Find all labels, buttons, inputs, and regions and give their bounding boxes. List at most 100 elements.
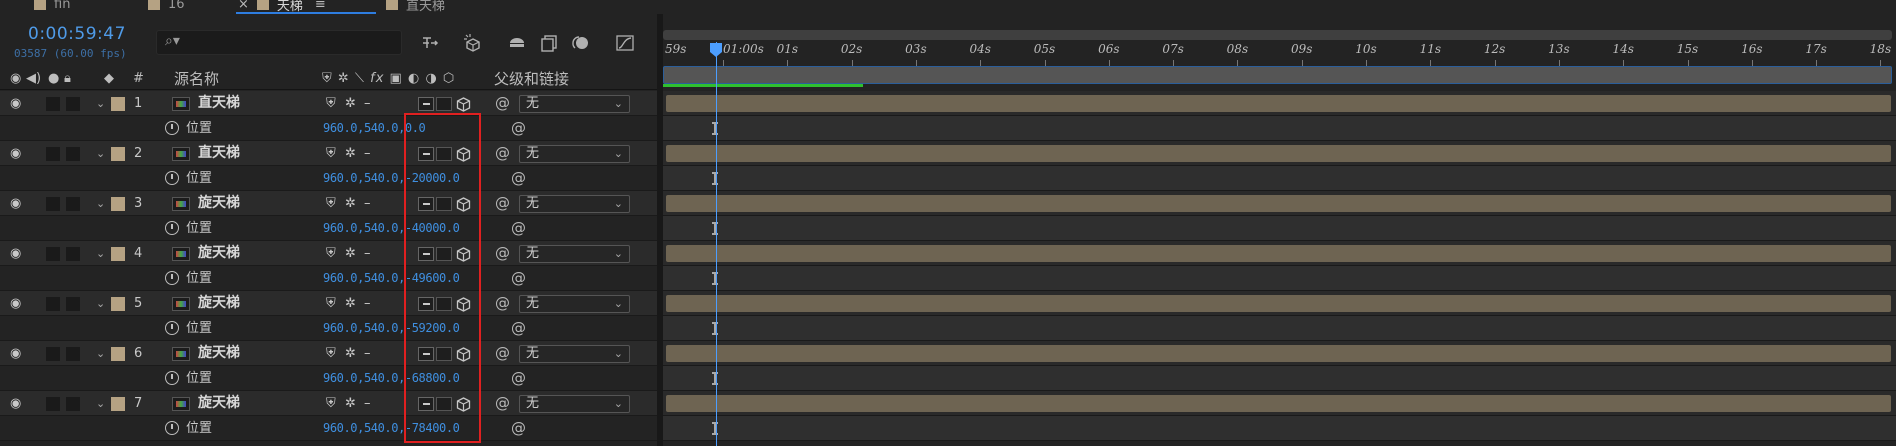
layer-duration-bar[interactable] bbox=[666, 195, 1891, 212]
position-xy-value[interactable]: 960.0,540.0, bbox=[323, 221, 405, 235]
position-xy-value[interactable]: 960.0,540.0, bbox=[323, 121, 405, 135]
stopwatch-icon[interactable] bbox=[165, 321, 179, 335]
position-value[interactable]: 960.0,540.0,-40000.0 bbox=[323, 216, 460, 241]
position-value[interactable]: 960.0,540.0,-59200.0 bbox=[323, 316, 460, 341]
shy-switch-icon[interactable]: ⛨ bbox=[326, 341, 336, 366]
position-z-value[interactable]: -49600.0 bbox=[405, 271, 460, 285]
current-time-indicator-handle[interactable] bbox=[709, 42, 723, 58]
pickwhip-icon[interactable]: @ bbox=[495, 291, 510, 316]
layer-duration-bar[interactable] bbox=[666, 395, 1891, 412]
quality-switch-icon[interactable]: – bbox=[364, 241, 371, 266]
time-ruler[interactable]: 59s 01:00s 01s 02s 03s 04s 05s 06s 07s 08s 09s 10s 1… bbox=[663, 40, 1896, 66]
shy-layers-icon[interactable] bbox=[506, 32, 528, 54]
motion-blur-switch[interactable] bbox=[418, 247, 434, 261]
shy-switch-icon[interactable]: ⛨ bbox=[326, 291, 336, 316]
pickwhip-icon[interactable]: @ bbox=[511, 266, 526, 291]
position-property-row[interactable]: 位置 960.0,540.0,-59200.0 @ bbox=[0, 316, 657, 341]
label-color-swatch[interactable] bbox=[111, 97, 125, 111]
quality-switch-icon[interactable]: – bbox=[364, 141, 371, 166]
parent-link-header[interactable]: 父级和链接 bbox=[494, 68, 569, 90]
source-name-header[interactable]: 源名称 bbox=[174, 68, 219, 90]
lock-header-icon[interactable]: 🔒︎ bbox=[64, 68, 71, 90]
position-value[interactable]: 960.0,540.0,-20000.0 bbox=[323, 166, 460, 191]
3d-layer-icon[interactable] bbox=[455, 396, 472, 413]
3d-layer-icon[interactable] bbox=[455, 96, 472, 113]
collapse-switch-icon[interactable]: ✲ bbox=[345, 141, 356, 166]
position-property-row[interactable]: 位置 960.0,540.0,-49600.0 @ bbox=[0, 266, 657, 291]
current-time-indicator-line[interactable] bbox=[716, 42, 717, 446]
shy-switch-icon[interactable]: ⛨ bbox=[326, 141, 336, 166]
chevron-down-icon[interactable]: ⌄ bbox=[96, 391, 105, 416]
close-icon[interactable]: × bbox=[238, 0, 249, 12]
pickwhip-icon[interactable]: @ bbox=[495, 91, 510, 116]
current-time-display[interactable]: 0:00:59:47 bbox=[28, 24, 126, 44]
eye-icon[interactable]: ◉ bbox=[10, 391, 21, 416]
collapse-switch-icon[interactable]: ✲ bbox=[345, 191, 356, 216]
audio-switch-header-icon[interactable]: ◀) bbox=[26, 68, 41, 90]
eye-icon[interactable]: ◉ bbox=[10, 191, 21, 216]
position-property-row[interactable]: 位置 960.0,540.0,-78400.0 @ bbox=[0, 416, 657, 441]
audio-switch[interactable] bbox=[46, 397, 60, 411]
parent-dropdown[interactable]: 无 ⌄ bbox=[519, 345, 630, 363]
motion-blur-switch[interactable] bbox=[418, 397, 434, 411]
solo-switch[interactable] bbox=[66, 147, 80, 161]
label-color-swatch[interactable] bbox=[111, 297, 125, 311]
position-value[interactable]: 960.0,540.0,-49600.0 bbox=[323, 266, 460, 291]
label-color-swatch[interactable] bbox=[111, 197, 125, 211]
position-z-value[interactable]: -68800.0 bbox=[405, 371, 460, 385]
pickwhip-icon[interactable]: @ bbox=[511, 416, 526, 441]
position-z-value[interactable]: -59200.0 bbox=[405, 321, 460, 335]
label-color-swatch[interactable] bbox=[111, 397, 125, 411]
layer-name[interactable]: 直天梯 bbox=[198, 91, 240, 116]
position-xy-value[interactable]: 960.0,540.0, bbox=[323, 321, 405, 335]
pickwhip-icon[interactable]: @ bbox=[495, 191, 510, 216]
collapse-switch-icon[interactable]: ✲ bbox=[345, 341, 356, 366]
pickwhip-icon[interactable]: @ bbox=[511, 316, 526, 341]
layer-name[interactable]: 旋天梯 bbox=[198, 241, 240, 266]
position-z-value[interactable]: 0.0 bbox=[405, 121, 426, 135]
stopwatch-icon[interactable] bbox=[165, 371, 179, 385]
position-value[interactable]: 960.0,540.0,-78400.0 bbox=[323, 416, 460, 441]
quality-switch-icon[interactable]: – bbox=[364, 191, 371, 216]
video-switch-header-eye-icon[interactable]: ◉ bbox=[10, 68, 21, 90]
stopwatch-icon[interactable] bbox=[165, 171, 179, 185]
work-area-bar[interactable] bbox=[663, 66, 1892, 84]
3d-layer-icon[interactable] bbox=[455, 346, 472, 363]
pickwhip-icon[interactable]: @ bbox=[511, 216, 526, 241]
position-property-row[interactable]: 位置 960.0,540.0,-40000.0 @ bbox=[0, 216, 657, 241]
adjustment-switch[interactable] bbox=[436, 347, 452, 361]
layer-duration-bar[interactable] bbox=[666, 245, 1891, 262]
shy-switch-icon[interactable]: ⛨ bbox=[326, 391, 336, 416]
position-property-row[interactable]: 位置 960.0,540.0,-68800.0 @ bbox=[0, 366, 657, 391]
pickwhip-icon[interactable]: @ bbox=[511, 366, 526, 391]
composition-mini-flowchart-icon[interactable] bbox=[420, 32, 442, 54]
pickwhip-icon[interactable]: @ bbox=[495, 141, 510, 166]
motion-blur-switch[interactable] bbox=[418, 197, 434, 211]
position-value[interactable]: 960.0,540.0,-68800.0 bbox=[323, 366, 460, 391]
pickwhip-icon[interactable]: @ bbox=[495, 341, 510, 366]
position-value[interactable]: 960.0,540.0,0.0 bbox=[323, 116, 426, 141]
chevron-down-icon[interactable]: ⌄ bbox=[96, 141, 105, 166]
layer-row[interactable]: ◉ ⌄ 7 旋天梯 ⛨ ✲ – @ 无 ⌄ bbox=[0, 391, 657, 416]
chevron-down-icon[interactable]: ⌄ bbox=[96, 191, 105, 216]
adjustment-switch[interactable] bbox=[436, 297, 452, 311]
adjustment-switch[interactable] bbox=[436, 247, 452, 261]
audio-switch[interactable] bbox=[46, 197, 60, 211]
motion-blur-switch[interactable] bbox=[418, 147, 434, 161]
collapse-switch-icon[interactable]: ✲ bbox=[345, 391, 356, 416]
layer-name[interactable]: 旋天梯 bbox=[198, 291, 240, 316]
eye-icon[interactable]: ◉ bbox=[10, 241, 21, 266]
layer-row[interactable]: ◉ ⌄ 6 旋天梯 ⛨ ✲ – @ 无 ⌄ bbox=[0, 341, 657, 366]
solo-switch[interactable] bbox=[66, 247, 80, 261]
parent-dropdown[interactable]: 无 ⌄ bbox=[519, 195, 630, 213]
3d-layer-icon[interactable] bbox=[455, 196, 472, 213]
eye-icon[interactable]: ◉ bbox=[10, 141, 21, 166]
shy-switch-icon[interactable]: ⛨ bbox=[326, 91, 336, 116]
work-area-navigator[interactable] bbox=[663, 30, 1892, 40]
solo-switch[interactable] bbox=[66, 97, 80, 111]
adjustment-switch[interactable] bbox=[436, 147, 452, 161]
stopwatch-icon[interactable] bbox=[165, 421, 179, 435]
layer-name[interactable]: 旋天梯 bbox=[198, 391, 240, 416]
quality-switch-icon[interactable]: – bbox=[364, 291, 371, 316]
3d-layer-icon[interactable] bbox=[455, 246, 472, 263]
